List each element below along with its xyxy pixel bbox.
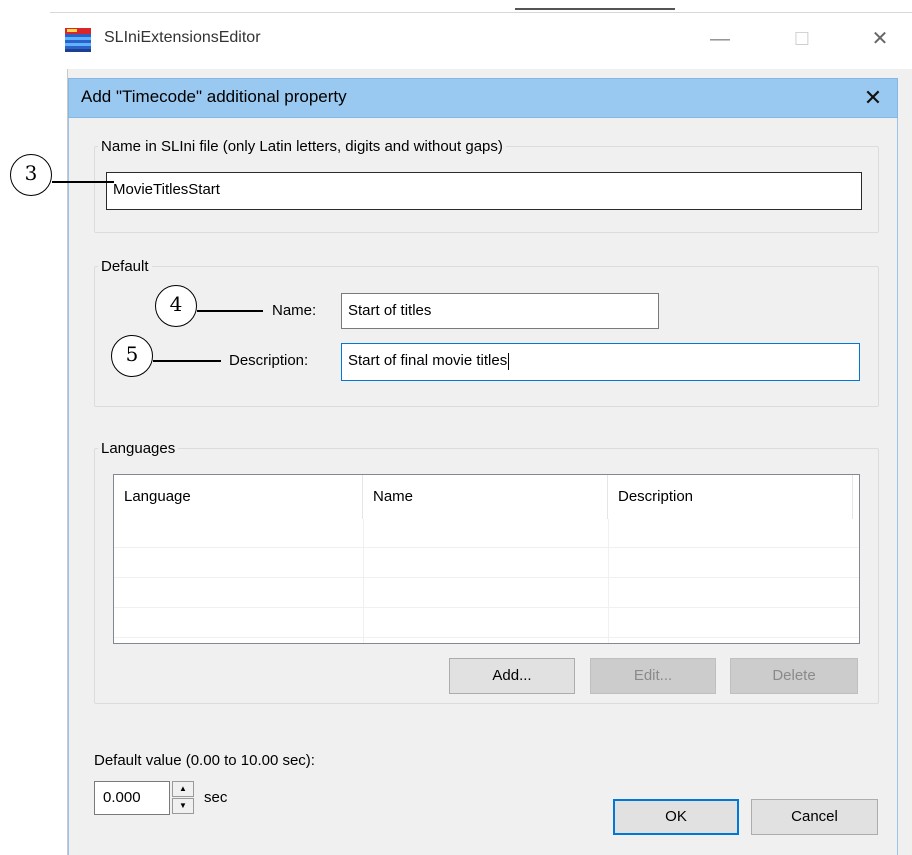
column-header-language[interactable]: Language <box>114 475 363 519</box>
background-window-title: SLIniExtensionsEditor <box>104 29 261 46</box>
callout-3: 3 <box>10 154 52 196</box>
callout-5: 5 <box>111 335 153 377</box>
languages-list-header: Language Name Description <box>114 475 859 519</box>
dialog-close-button[interactable]: ✕ <box>858 84 888 112</box>
default-value-label: Default value (0.00 to 10.00 sec): <box>94 752 315 769</box>
languages-group-legend: Languages <box>101 440 176 457</box>
default-name-input[interactable]: Start of titles <box>341 293 659 329</box>
list-column-separator <box>363 519 364 643</box>
background-window-left-panel <box>50 69 68 855</box>
list-row-separator <box>114 547 859 548</box>
default-description-label: Description: <box>229 352 309 369</box>
window-close-button[interactable]: ✕ <box>858 22 902 56</box>
default-name-label: Name: <box>272 302 317 319</box>
list-row-separator <box>114 637 859 638</box>
maximize-button[interactable]: ☐ <box>780 22 824 56</box>
edit-language-button[interactable]: Edit... <box>590 658 716 694</box>
minimize-button[interactable]: — <box>698 22 742 56</box>
ok-button[interactable]: OK <box>613 799 739 835</box>
description-text: Start of final movie titles <box>348 352 508 369</box>
spin-up-button[interactable]: ▲ <box>172 781 194 797</box>
spin-down-button[interactable]: ▼ <box>172 798 194 814</box>
callout-5-leader <box>153 360 221 362</box>
callout-3-leader <box>52 181 114 183</box>
languages-list[interactable]: Language Name Description <box>113 474 860 644</box>
column-header-name[interactable]: Name <box>363 475 608 519</box>
callout-4: 4 <box>155 285 197 327</box>
default-value-unit: sec <box>204 789 228 806</box>
default-description-input[interactable]: Start of final movie titles <box>341 343 860 381</box>
default-group: Default <box>94 258 879 407</box>
text-caret <box>508 352 510 370</box>
app-window-icon <box>65 28 91 52</box>
add-language-button[interactable]: Add... <box>449 658 575 694</box>
list-row-separator <box>114 577 859 578</box>
list-row-separator <box>114 607 859 608</box>
callout-4-leader <box>197 310 263 312</box>
default-group-legend: Default <box>101 258 149 275</box>
list-column-separator <box>608 519 609 643</box>
delete-language-button[interactable]: Delete <box>730 658 858 694</box>
default-value-input[interactable]: 0.000 <box>94 781 170 815</box>
dialog-title: Add "Timecode" additional property <box>81 87 347 106</box>
column-header-description[interactable]: Description <box>608 475 853 519</box>
slini-name-input[interactable]: MovieTitlesStart <box>106 172 862 210</box>
name-group-legend: Name in SLIni file (only Latin letters, … <box>101 138 503 155</box>
background-window-edge-mark <box>515 8 675 12</box>
cancel-button[interactable]: Cancel <box>751 799 878 835</box>
